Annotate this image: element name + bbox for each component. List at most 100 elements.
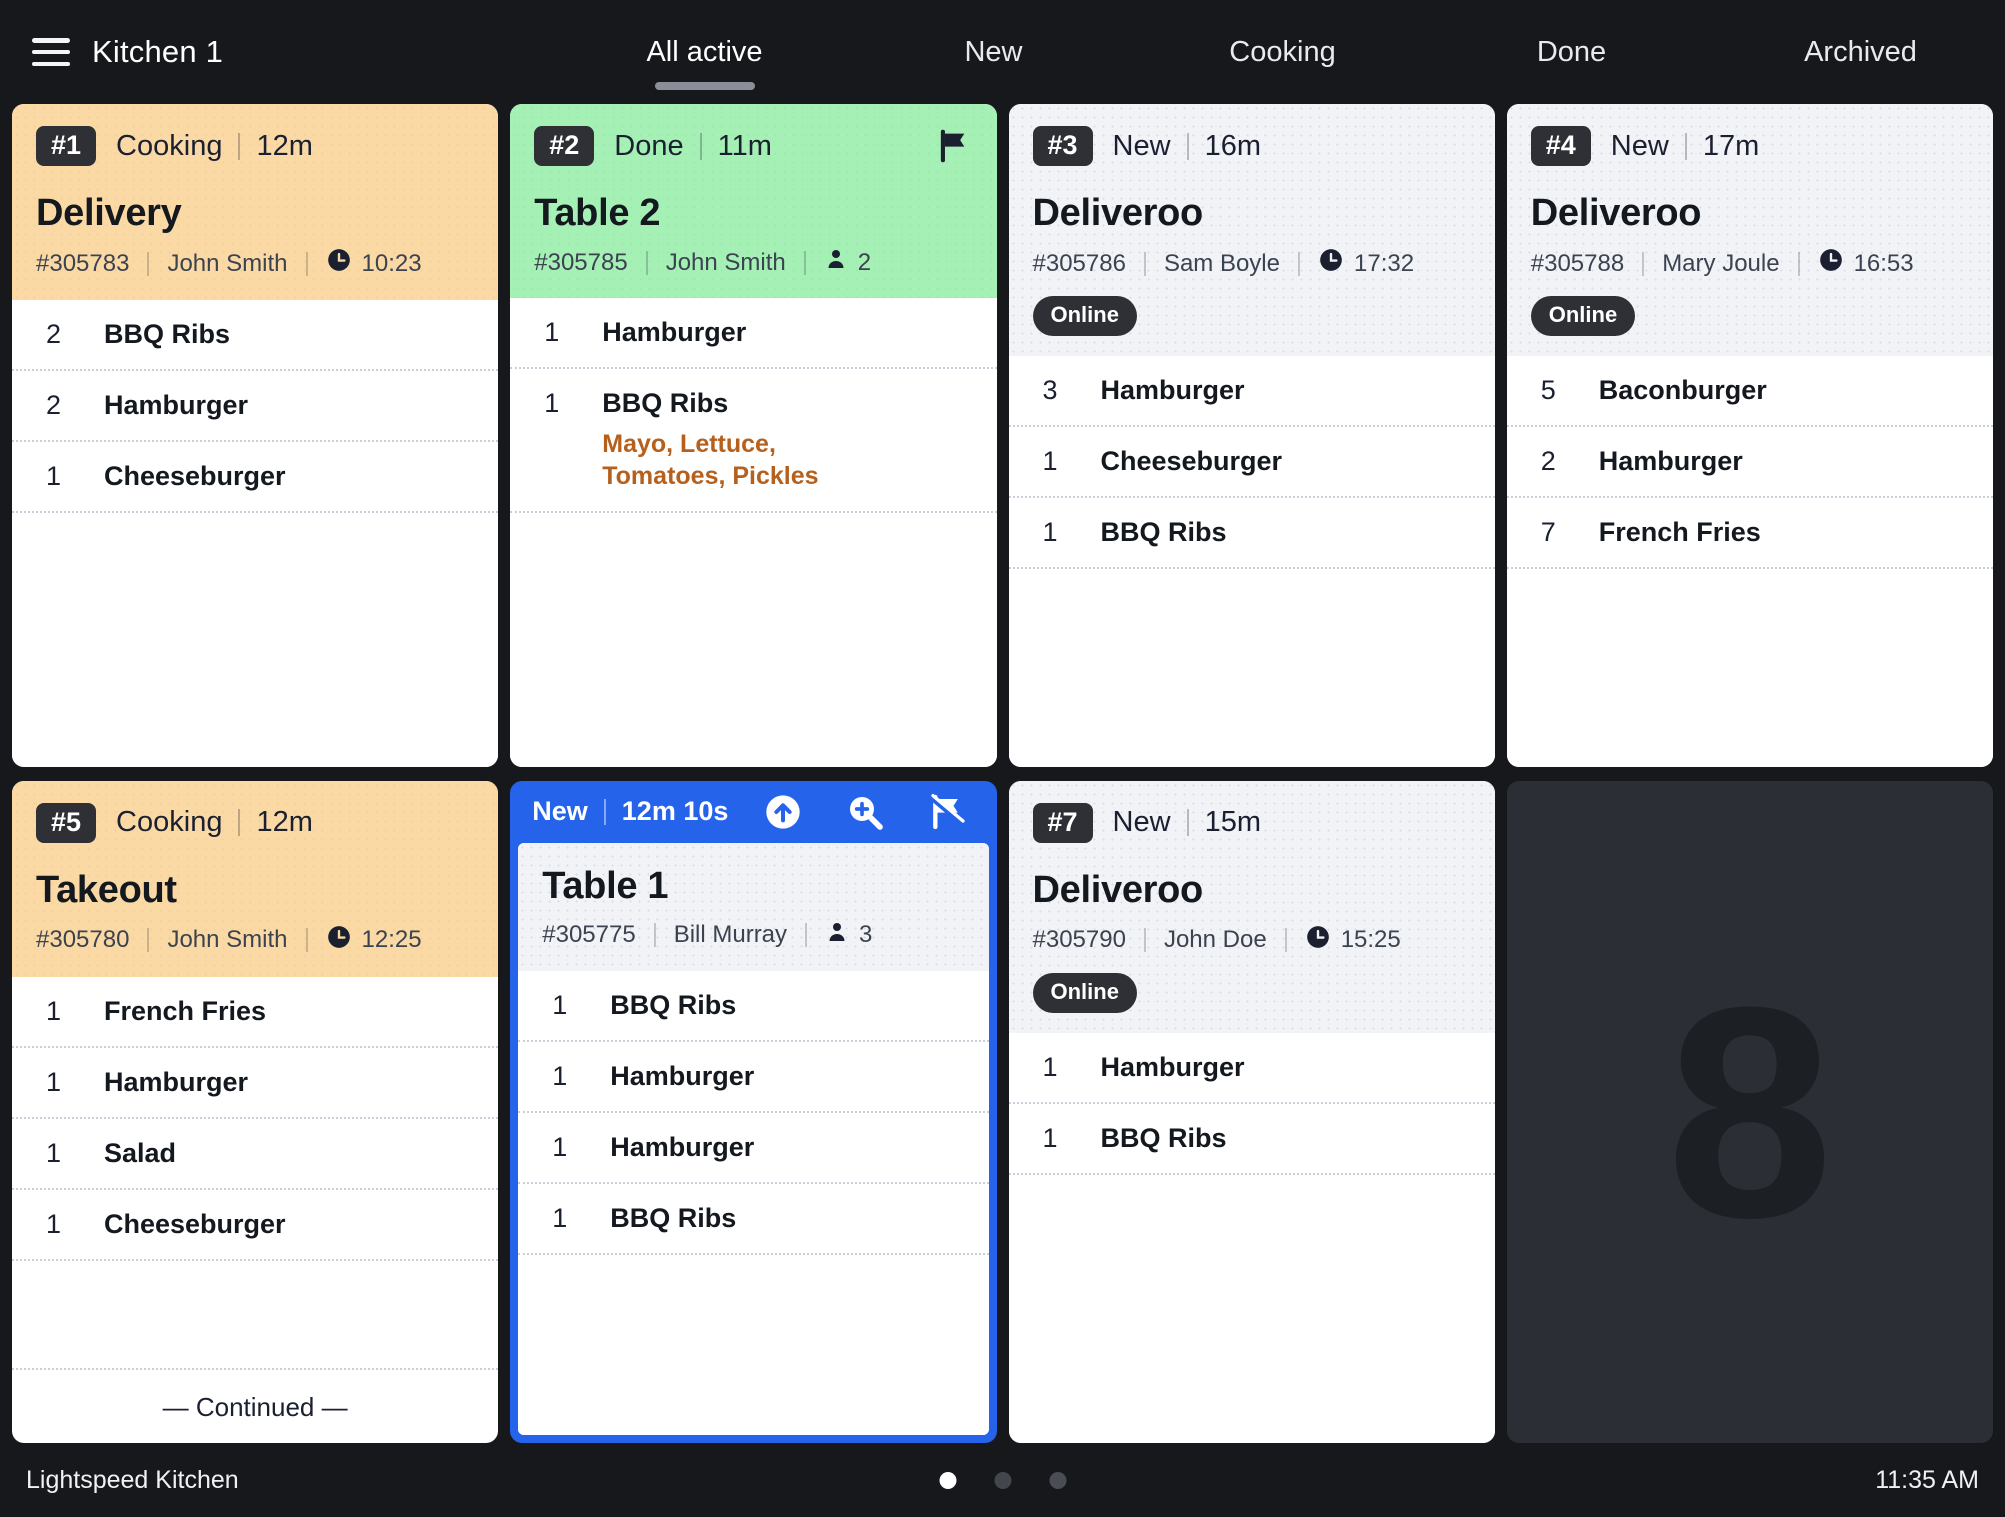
tab-label: All active	[646, 35, 763, 68]
order-elapsed: 11m	[717, 129, 772, 162]
continued-label: — Continued —	[12, 1368, 499, 1443]
order-meta: #305780 John Smith 12:25	[36, 924, 474, 957]
order-id: #305786	[1032, 249, 1126, 277]
order-server: Mary Joule	[1662, 249, 1780, 277]
order-item[interactable]: 5 Baconburger	[1506, 356, 1993, 428]
order-card[interactable]: #3 New 16m Deliveroo #305786 Sam Boyle 1…	[1008, 104, 1495, 767]
order-item[interactable]: 2 Hamburger	[1506, 427, 1993, 499]
order-item[interactable]: 1 BBQ Ribs	[1008, 498, 1495, 570]
item-name: Salad	[104, 1137, 177, 1168]
item-name: Cheeseburger	[104, 461, 286, 492]
order-item[interactable]: 3 Hamburger	[1008, 356, 1495, 428]
order-meta-value: 12:25	[361, 926, 422, 954]
page-title: Kitchen 1	[92, 34, 224, 69]
divider	[803, 250, 806, 275]
zoom-in-icon[interactable]	[845, 792, 885, 832]
item-qty: 1	[1042, 517, 1058, 548]
order-card[interactable]: #2 Done 11m Table 2 #305785 John Smith 2…	[510, 104, 997, 767]
order-item[interactable]: 1 Hamburger	[12, 1048, 499, 1119]
order-item[interactable]: 1 BBQ Ribs	[518, 971, 989, 1042]
item-name: Hamburger	[104, 1066, 249, 1097]
bump-up-icon[interactable]	[763, 792, 803, 832]
order-item[interactable]: 1 BBQ Ribs Mayo, Lettuce, Tomatoes, Pick…	[510, 369, 997, 513]
tab-archived[interactable]: Archived	[1716, 0, 2005, 104]
flag-icon[interactable]	[935, 127, 973, 165]
page-indicator	[939, 1471, 1066, 1489]
hamburger-bar	[32, 38, 70, 43]
order-item[interactable]: 1 Hamburger	[518, 1113, 989, 1184]
order-meta-value: 17:32	[1354, 249, 1415, 277]
item-qty: 1	[544, 388, 560, 419]
app-name: Lightspeed Kitchen	[26, 1465, 239, 1494]
order-card-top-row: #7 New 15m	[1032, 802, 1471, 843]
order-item[interactable]: 1 French Fries	[12, 977, 499, 1048]
tab-all-active[interactable]: All active	[560, 0, 849, 104]
unflag-icon[interactable]	[927, 792, 967, 832]
order-item[interactable]: 1 Cheeseburger	[12, 442, 499, 514]
page-dot-3[interactable]	[1049, 1471, 1066, 1489]
item-modifiers: Mayo, Lettuce, Tomatoes, Pickles	[602, 430, 819, 490]
order-item[interactable]: 2 Hamburger	[12, 371, 499, 443]
bottom-bar: Lightspeed Kitchen 11:35 AM	[0, 1443, 2005, 1517]
order-item[interactable]: 1 Cheeseburger	[1008, 427, 1495, 499]
order-id: #305783	[36, 249, 130, 277]
selected-action-bar: New 12m 10s	[510, 781, 996, 843]
tab-new[interactable]: New	[849, 0, 1138, 104]
order-position-badge: #1	[36, 126, 97, 167]
item-name: BBQ Ribs	[610, 1202, 737, 1233]
order-item[interactable]: 1 Hamburger	[518, 1042, 989, 1113]
order-title: Deliveroo	[1032, 192, 1204, 235]
order-meta-value: 2	[857, 248, 872, 276]
page-dot-1[interactable]	[939, 1471, 956, 1489]
item-qty: 3	[1042, 375, 1058, 406]
order-item[interactable]: 1 Hamburger	[1008, 1033, 1495, 1104]
page-dot-2[interactable]	[994, 1471, 1011, 1489]
order-card-header: #7 New 15m Deliveroo #305790 John Doe 15…	[1008, 780, 1495, 1033]
status-badge: Online	[1032, 972, 1137, 1013]
top-bar: Kitchen 1 All active New Cooking Done Ar…	[0, 0, 2005, 104]
order-card[interactable]: #5 Cooking 12m Takeout #305780 John Smit…	[12, 780, 499, 1443]
order-card[interactable]: #4 New 17m Deliveroo #305788 Mary Joule …	[1506, 104, 1993, 767]
divider	[1642, 251, 1645, 276]
order-item[interactable]: 1 BBQ Ribs	[518, 1184, 989, 1255]
clock-icon	[1318, 247, 1344, 280]
item-qty: 1	[46, 995, 62, 1026]
order-item[interactable]: 7 French Fries	[1506, 498, 1993, 570]
tab-done[interactable]: Done	[1427, 0, 1716, 104]
order-item[interactable]: 2 BBQ Ribs	[12, 300, 499, 372]
order-item[interactable]: 1 Hamburger	[510, 298, 997, 370]
tab-cooking[interactable]: Cooking	[1138, 0, 1427, 104]
order-server: John Smith	[665, 248, 786, 276]
order-items: 1 BBQ Ribs 1 Hamburger 1 Hamburger 1 BBQ…	[518, 970, 989, 1435]
order-card[interactable]: #1 Cooking 12m Delivery #305783 John Smi…	[12, 104, 499, 767]
order-meta: #305790 John Doe 15:25	[1033, 924, 1471, 957]
item-name: Hamburger	[610, 1060, 755, 1091]
hamburger-icon[interactable]	[32, 38, 70, 66]
divider	[147, 928, 150, 953]
tab-label: Archived	[1804, 35, 1917, 68]
order-card[interactable]: #7 New 15m Deliveroo #305790 John Doe 15…	[1008, 780, 1495, 1443]
order-card-top-row: #4 New 17m	[1530, 126, 1969, 167]
order-item[interactable]: 1 Cheeseburger	[12, 1190, 499, 1261]
order-position-badge: #2	[534, 126, 595, 167]
divider	[147, 251, 150, 276]
order-card-top-row: #5 Cooking 12m	[36, 802, 474, 843]
item-name: BBQ Ribs	[1100, 1122, 1227, 1153]
order-item[interactable]: 1 Salad	[12, 1119, 499, 1190]
item-name: Hamburger	[1100, 1051, 1245, 1082]
divider	[653, 923, 656, 947]
item-name: BBQ Ribs	[610, 989, 737, 1020]
item-name: Cheeseburger	[104, 1208, 286, 1239]
item-name: BBQ Ribs	[104, 319, 231, 350]
order-items: 5 Baconburger 2 Hamburger 7 French Fries	[1506, 356, 1993, 767]
clock-icon	[326, 247, 352, 280]
order-card[interactable]: Table 1 #305775 Bill Murray 3 1 BBQ Ribs…	[518, 842, 989, 1435]
order-card-top-row: #2 Done 11m	[534, 126, 973, 167]
order-item[interactable]: 1 BBQ Ribs	[1008, 1104, 1495, 1175]
order-position-badge: #4	[1530, 126, 1591, 167]
order-status: New	[1112, 129, 1171, 162]
tab-active-indicator	[654, 82, 755, 90]
divider	[603, 798, 606, 825]
order-card-selected[interactable]: New 12m 10s Table 1 #305775 Bill Murray …	[510, 780, 997, 1443]
item-qty: 1	[1042, 1051, 1058, 1082]
